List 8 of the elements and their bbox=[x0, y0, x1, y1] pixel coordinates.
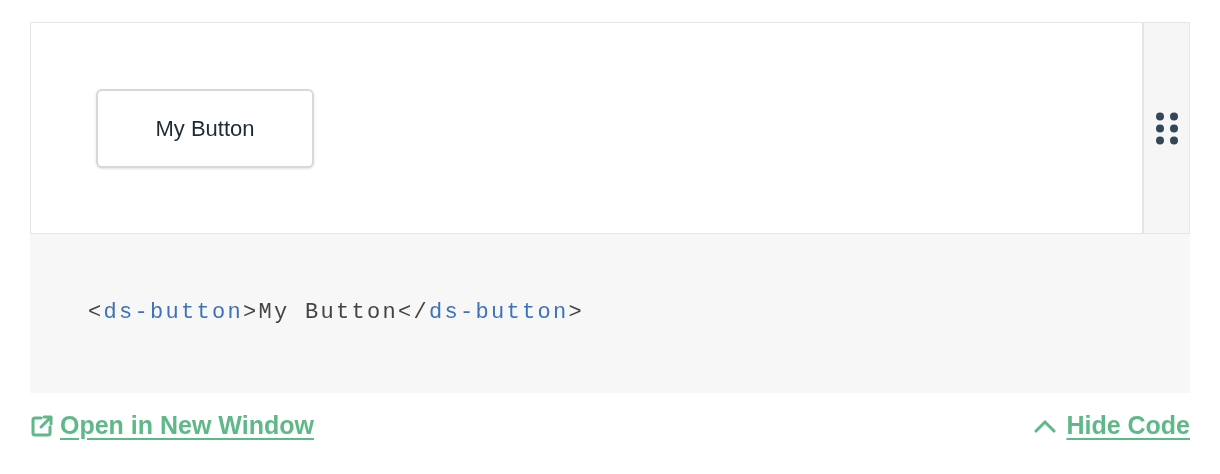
open-new-window-link[interactable]: Open in New Window bbox=[30, 407, 314, 445]
hide-code-link[interactable]: Hide Code bbox=[1034, 407, 1190, 445]
chevron-up-icon bbox=[1034, 418, 1057, 433]
code-line: <ds-button>My Button</ds-button> bbox=[88, 300, 585, 325]
demo-button[interactable]: My Button bbox=[96, 88, 314, 168]
drag-handle-icon bbox=[1155, 111, 1178, 145]
external-link-icon bbox=[30, 413, 54, 438]
resize-handle[interactable] bbox=[1142, 23, 1189, 233]
